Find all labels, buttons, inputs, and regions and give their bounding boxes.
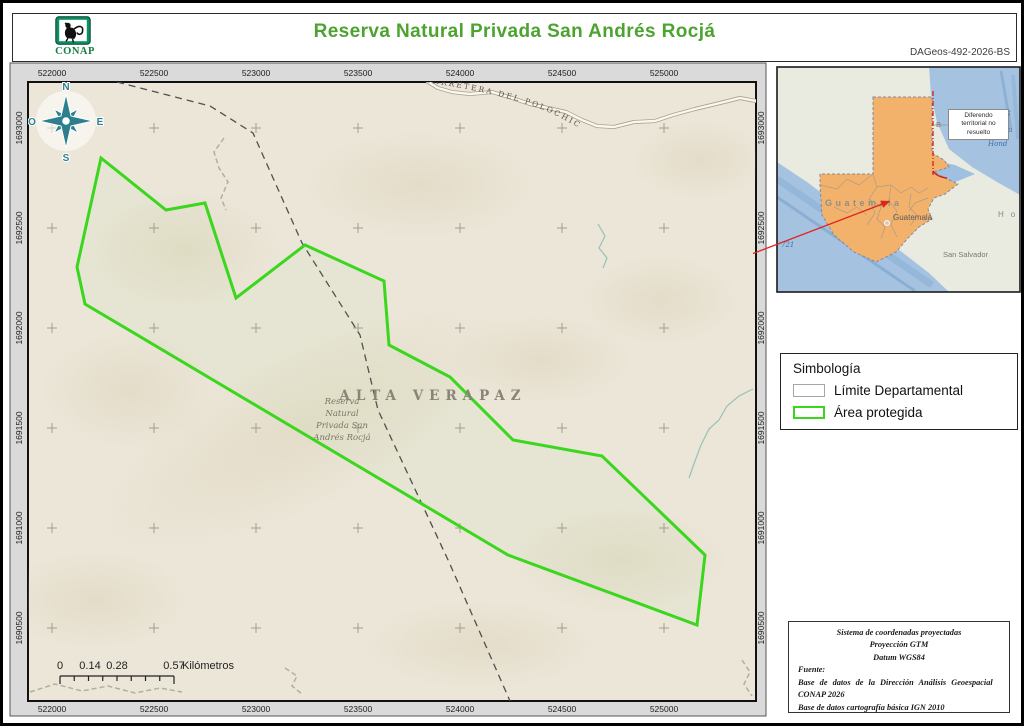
conap-logo-text: CONAP xyxy=(55,46,95,57)
grid-coordinate-label: 523500 xyxy=(344,704,373,714)
compass-e: E xyxy=(97,117,104,128)
protected-area-swatch xyxy=(793,406,825,419)
conap-monkey-icon xyxy=(55,16,91,45)
page-title: Reserva Natural Privada San Andrés Rocjá xyxy=(313,21,716,42)
grid-coordinate-label: 524000 xyxy=(446,704,475,714)
inset-honduras-fragment: Ho xyxy=(998,210,1022,219)
legend-title: Simbología xyxy=(793,361,861,376)
inset-city-label: Guatemala xyxy=(893,213,933,222)
grid-coordinate-label: 1690500 xyxy=(14,611,24,644)
inset-city-dot xyxy=(884,220,890,226)
document-code: DAGeos-492-2026-BS xyxy=(909,47,1010,58)
svg-text:0.14: 0.14 xyxy=(79,660,100,672)
grid-coordinate-label: 1692000 xyxy=(756,311,766,344)
conap-logo: CONAP xyxy=(55,16,95,57)
legend-item-departmental-limit: Límite Departamental xyxy=(793,383,1017,398)
source-line: Base de datos cartografía básica IGN 201… xyxy=(798,702,945,712)
legend-item-protected-area: Área protegida xyxy=(793,405,1017,420)
inset-belize-label: B xyxy=(936,120,941,129)
grid-coordinate-label: 1691500 xyxy=(14,411,24,444)
compass-n: N xyxy=(62,82,69,93)
projection-line: Datum WGS84 xyxy=(873,652,925,662)
grid-coordinate-label: 1693000 xyxy=(756,111,766,144)
grid-coordinate-label: 525000 xyxy=(650,68,679,78)
compass-w: O xyxy=(28,117,36,128)
grid-coordinate-label: 524500 xyxy=(548,68,577,78)
compass-s: S xyxy=(63,153,70,164)
grid-coordinate-label: 522000 xyxy=(38,704,67,714)
grid-coordinate-label: 1691000 xyxy=(756,511,766,544)
legend: Simbología Límite Departamental Área pro… xyxy=(780,353,1018,430)
grid-coordinate-label: 522500 xyxy=(140,68,169,78)
grid-coordinate-label: 524500 xyxy=(548,704,577,714)
credits-box: Sistema de coordenadas proyectadas Proye… xyxy=(788,621,1010,713)
grid-coordinate-label: 1691500 xyxy=(756,411,766,444)
grid-coordinate-label: 524000 xyxy=(446,68,475,78)
grid-coordinate-label: 1692500 xyxy=(14,211,24,244)
inset-san-salvador-label: San Salvador xyxy=(943,250,989,259)
svg-text:Andrés Rocjá: Andrés Rocjá xyxy=(312,432,370,443)
grid-coordinate-label: 523000 xyxy=(242,704,271,714)
title-box: Reserva Natural Privada San Andrés Rocjá… xyxy=(12,13,1017,62)
inset-map: B Guatemala Guatemala San Salvador Ho G … xyxy=(777,67,1022,292)
grid-coordinate-label: 523000 xyxy=(242,68,271,78)
grid-coordinate-label: 1692000 xyxy=(14,311,24,344)
source-line: Base de datos de la Dirección Análisis G… xyxy=(798,677,993,687)
svg-text:Natural: Natural xyxy=(324,409,359,419)
source-line: CONAP 2026 xyxy=(798,690,845,700)
grid-coordinate-label: 1690500 xyxy=(756,611,766,644)
projection-line: Proyección GTM xyxy=(869,640,929,650)
svg-text:0.28: 0.28 xyxy=(106,660,127,672)
inset-country-label: Guatemala xyxy=(825,198,903,208)
territorial-dispute-note: Diferendo territorial no resuelto xyxy=(948,109,1009,141)
grid-coordinate-label: 525000 xyxy=(650,704,679,714)
grid-coordinate-label: 1691000 xyxy=(14,511,24,544)
svg-text:Reserva: Reserva xyxy=(324,397,360,407)
grid-coordinate-label: 523500 xyxy=(344,68,373,78)
departmental-limit-swatch xyxy=(793,384,825,397)
svg-text:Privada San: Privada San xyxy=(315,421,368,431)
source-heading: Fuente: xyxy=(798,665,826,675)
department-label: ALTA VERAPAZ xyxy=(338,388,526,404)
grid-coordinate-label: 522000 xyxy=(38,68,67,78)
grid-coordinate-label: 522500 xyxy=(140,704,169,714)
projection-line: Sistema de coordenadas proyectadas xyxy=(836,628,962,637)
inset-gulf-fragment-3: Hond xyxy=(987,140,1008,148)
svg-text:0: 0 xyxy=(57,660,63,672)
grid-coordinate-label: 1693000 xyxy=(14,111,24,144)
svg-text:Kilómetros: Kilómetros xyxy=(182,660,234,672)
grid-coordinate-label: 1692500 xyxy=(756,211,766,244)
